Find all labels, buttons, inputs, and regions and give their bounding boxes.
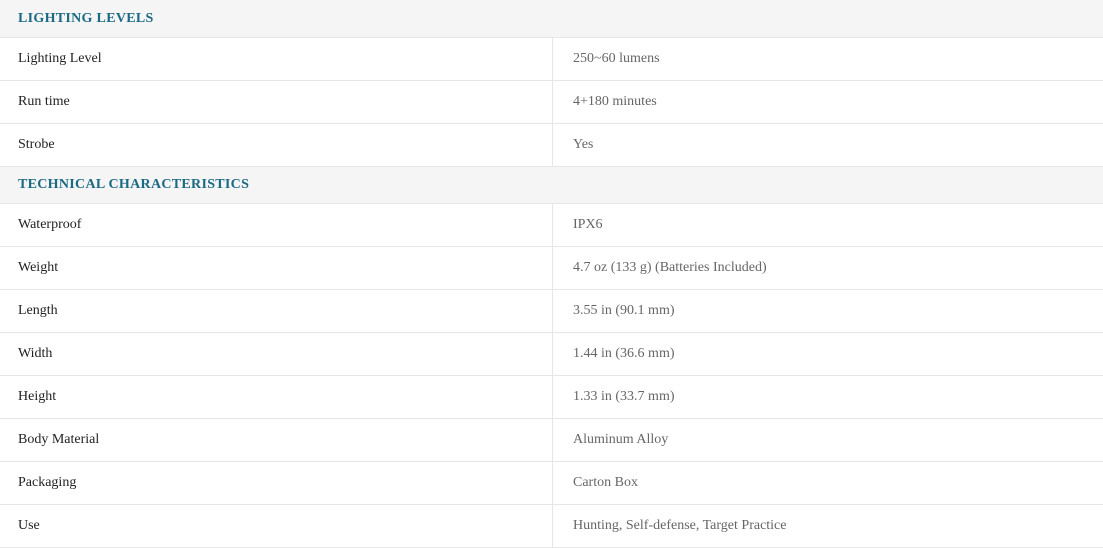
specifications-table: LIGHTING LEVELS Lighting Level 250~60 lu… <box>0 0 1103 548</box>
spec-row-packaging: Packaging Carton Box <box>0 461 1103 505</box>
spec-row-run-time: Run time 4+180 minutes <box>0 80 1103 124</box>
section-title: TECHNICAL CHARACTERISTICS <box>0 166 1103 204</box>
spec-row-body-material: Body Material Aluminum Alloy <box>0 418 1103 462</box>
spec-row-length: Length 3.55 in (90.1 mm) <box>0 289 1103 333</box>
spec-value: Hunting, Self-defense, Target Practice <box>552 504 1103 548</box>
spec-row-use: Use Hunting, Self-defense, Target Practi… <box>0 504 1103 548</box>
spec-row-weight: Weight 4.7 oz (133 g) (Batteries Include… <box>0 246 1103 290</box>
spec-label: Waterproof <box>0 203 553 247</box>
spec-label: Run time <box>0 80 553 124</box>
spec-value: 250~60 lumens <box>552 37 1103 81</box>
section-title: LIGHTING LEVELS <box>0 0 1103 38</box>
spec-label: Strobe <box>0 123 553 167</box>
spec-label: Weight <box>0 246 553 290</box>
spec-value: Carton Box <box>552 461 1103 505</box>
spec-value: 4.7 oz (133 g) (Batteries Included) <box>552 246 1103 290</box>
spec-label: Length <box>0 289 553 333</box>
spec-value: Yes <box>552 123 1103 167</box>
spec-value: 3.55 in (90.1 mm) <box>552 289 1103 333</box>
spec-value: 4+180 minutes <box>552 80 1103 124</box>
section-header-technical-characteristics: TECHNICAL CHARACTERISTICS <box>0 166 1103 204</box>
spec-value: Aluminum Alloy <box>552 418 1103 462</box>
spec-value: 1.44 in (36.6 mm) <box>552 332 1103 376</box>
spec-label: Width <box>0 332 553 376</box>
spec-value: IPX6 <box>552 203 1103 247</box>
spec-value: 1.33 in (33.7 mm) <box>552 375 1103 419</box>
spec-label: Height <box>0 375 553 419</box>
spec-label: Packaging <box>0 461 553 505</box>
spec-label: Body Material <box>0 418 553 462</box>
spec-row-height: Height 1.33 in (33.7 mm) <box>0 375 1103 419</box>
spec-label: Use <box>0 504 553 548</box>
spec-row-strobe: Strobe Yes <box>0 123 1103 167</box>
section-header-lighting-levels: LIGHTING LEVELS <box>0 0 1103 38</box>
spec-row-lighting-level: Lighting Level 250~60 lumens <box>0 37 1103 81</box>
spec-row-width: Width 1.44 in (36.6 mm) <box>0 332 1103 376</box>
spec-label: Lighting Level <box>0 37 553 81</box>
spec-row-waterproof: Waterproof IPX6 <box>0 203 1103 247</box>
